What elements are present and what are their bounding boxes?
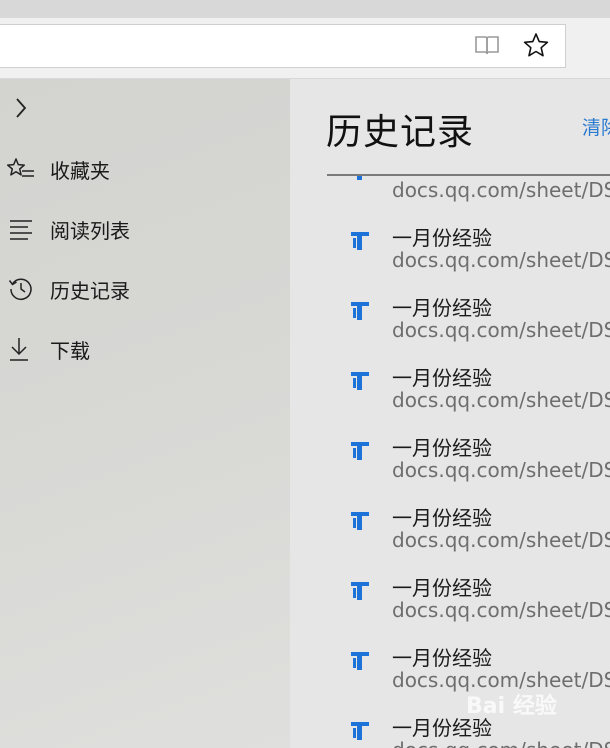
sidebar-item-reading-list[interactable]: 阅读列表 bbox=[0, 207, 290, 251]
list-item[interactable]: 一月份经验 docs.qq.com/sheet/DSWF bbox=[290, 406, 610, 482]
history-list: docs.qq.com/sheet/DSWF 一月份经验 docs.qq.com… bbox=[290, 176, 610, 748]
history-url: docs.qq.com/sheet/DSWF bbox=[392, 738, 610, 748]
collapse-button[interactable] bbox=[8, 95, 34, 121]
watermark: Bai 经验 bbox=[466, 694, 557, 719]
history-title: 一月份经验 bbox=[392, 506, 492, 530]
sidebar-item-favorites[interactable]: 收藏夹 bbox=[0, 147, 290, 191]
sidebar-item-downloads[interactable]: 下载 bbox=[0, 327, 290, 371]
sidebar-item-label: 阅读列表 bbox=[50, 218, 130, 243]
sidebar-item-label: 下载 bbox=[50, 338, 90, 363]
history-title: 一月份经验 bbox=[392, 436, 492, 460]
browser-toolbar bbox=[0, 18, 610, 79]
history-title: 一月份经验 bbox=[392, 576, 492, 600]
history-title: 一月份经验 bbox=[392, 646, 492, 670]
chevron-right-icon bbox=[16, 98, 27, 118]
hub-sidebar: 收藏夹 阅读列表 历史记录 下载 bbox=[0, 79, 290, 748]
history-panel: 历史记录 清除 docs.qq.com/sheet/DSWF 一月份经验 doc… bbox=[290, 79, 610, 748]
star-icon bbox=[523, 33, 549, 57]
download-icon bbox=[7, 335, 35, 363]
title-strip bbox=[0, 0, 610, 18]
sidebar-item-history[interactable]: 历史记录 bbox=[0, 267, 290, 311]
tencent-docs-icon bbox=[348, 648, 372, 672]
tencent-docs-icon bbox=[348, 176, 372, 182]
list-item[interactable]: docs.qq.com/sheet/DSWF bbox=[290, 176, 610, 202]
history-title: 一月份经验 bbox=[392, 226, 492, 250]
list-item[interactable]: 一月份经验 docs.qq.com/sheet/DSWF bbox=[290, 476, 610, 552]
history-title: 一月份经验 bbox=[392, 366, 492, 390]
history-clock-icon bbox=[7, 275, 35, 303]
tencent-docs-icon bbox=[348, 368, 372, 392]
tencent-docs-icon bbox=[348, 438, 372, 462]
list-item[interactable]: 一月份经验 docs.qq.com/sheet/DSWF bbox=[290, 266, 610, 342]
book-icon bbox=[475, 36, 499, 55]
page-title: 历史记录 bbox=[326, 112, 475, 153]
clear-history-link[interactable]: 清除 bbox=[582, 113, 610, 140]
tencent-docs-icon bbox=[348, 298, 372, 322]
list-item[interactable]: 一月份经验 docs.qq.com/sheet/DSWF bbox=[290, 546, 610, 622]
tencent-docs-icon bbox=[348, 578, 372, 602]
reading-view-button[interactable] bbox=[472, 30, 502, 60]
list-item[interactable]: 一月份经验 docs.qq.com/sheet/DSWF bbox=[290, 336, 610, 412]
tencent-docs-icon bbox=[348, 718, 372, 742]
tencent-docs-icon bbox=[348, 508, 372, 532]
list-item[interactable]: 一月份经验 docs.qq.com/sheet/DSWF bbox=[290, 196, 610, 272]
sidebar-item-label: 历史记录 bbox=[50, 278, 130, 303]
reading-list-icon bbox=[7, 215, 35, 243]
sidebar-item-label: 收藏夹 bbox=[50, 158, 110, 183]
list-item[interactable]: 一月份经验 docs.qq.com/sheet/DSWF bbox=[290, 616, 610, 692]
list-item[interactable]: 一月份经验 docs.qq.com/sheet/DSWF bbox=[290, 686, 610, 748]
history-title: 一月份经验 bbox=[392, 296, 492, 320]
star-list-icon bbox=[7, 155, 35, 183]
tencent-docs-icon bbox=[348, 228, 372, 252]
favorite-button[interactable] bbox=[521, 30, 551, 60]
